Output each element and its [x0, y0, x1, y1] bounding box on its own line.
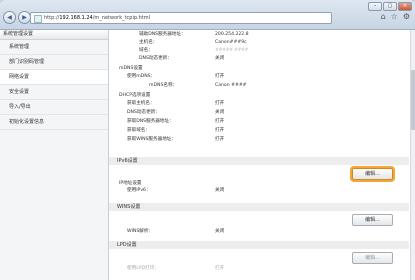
- url-path: /m_network_tcpip.html: [92, 15, 151, 21]
- vertical-scrollbar[interactable]: [410, 30, 415, 280]
- setting-key: 获取域名：: [127, 128, 150, 133]
- setting-value: 关闭: [215, 56, 225, 61]
- star-icon[interactable]: ☆: [391, 12, 398, 22]
- url-prefix: http://: [44, 15, 60, 21]
- sidebar-item-network[interactable]: 网络设置: [0, 70, 108, 85]
- setting-key: 获取WINS服务器地址：: [127, 137, 177, 142]
- minimize-icon[interactable]: –: [368, 2, 382, 11]
- setting-value: 打开: [215, 101, 225, 106]
- sidebar-item-system-management[interactable]: 系统管理: [0, 40, 108, 55]
- setting-key: 使用IPv6：: [127, 188, 151, 193]
- section-header-wins: WINS设置: [109, 203, 409, 211]
- setting-value: Canon ####: [215, 83, 247, 88]
- lpd-edit-button[interactable]: 编辑...: [352, 252, 393, 264]
- setting-value: Canon###9c: [215, 40, 247, 45]
- mdns-title: mDNS设置: [119, 66, 143, 71]
- setting-key: DNS动态更新：: [127, 110, 160, 115]
- setting-value: 打开: [215, 266, 225, 271]
- browser-tools: ⌂ ☆ ⚙: [381, 12, 410, 22]
- setting-key: 使用LPD打印：: [127, 266, 159, 271]
- address-bar[interactable]: http://192.168.1.24/m_network_tcpip.html: [30, 12, 332, 24]
- url-text: http://192.168.1.24/m_network_tcpip.html: [44, 14, 150, 22]
- dhcp-title: DHCP选项设置: [119, 93, 151, 98]
- gear-icon[interactable]: ⚙: [403, 12, 410, 22]
- sidebar-item-security[interactable]: 安全设置: [0, 85, 108, 100]
- setting-key: 获取主机名：: [127, 101, 155, 106]
- setting-value: 关闭: [215, 188, 225, 193]
- back-icon[interactable]: ◀: [3, 11, 16, 24]
- sidebar: 系统管理设置 系统管理 部门识别码管理 网络设置 安全设置 导入/导出 初始化设…: [0, 30, 109, 280]
- setting-value: 打开: [215, 128, 225, 133]
- url-host: 192.168.1.24: [59, 15, 93, 21]
- setting-key: DNS动态更新：: [139, 56, 172, 61]
- setting-key: 使用mDNS：: [127, 74, 156, 79]
- setting-key: WINS解析：: [127, 229, 154, 234]
- ipv6-edit-button[interactable]: 编辑...: [352, 168, 393, 180]
- section-header-lpd: LPD设置: [109, 241, 409, 249]
- ipaddr-title: IP地址设置: [119, 181, 142, 186]
- sidebar-header: 系统管理设置: [0, 30, 108, 40]
- setting-value: 打开: [215, 137, 225, 142]
- setting-value: 关闭: [215, 110, 225, 115]
- setting-value: 关闭: [215, 229, 225, 234]
- setting-key: 域名：: [139, 48, 153, 53]
- close-icon[interactable]: ✕: [398, 2, 412, 11]
- scrollbar-thumb[interactable]: [411, 70, 415, 130]
- setting-key: 获取DNS服务器地址：: [127, 119, 174, 124]
- setting-value: #####.####: [215, 48, 249, 53]
- setting-value: 打开: [215, 119, 225, 124]
- nav-buttons: ◀ ▶: [3, 11, 31, 24]
- wins-edit-button[interactable]: 编辑...: [352, 214, 393, 226]
- setting-key: 辅助DNS服务器地址：: [139, 32, 186, 37]
- maximize-icon[interactable]: ▢: [383, 2, 397, 11]
- sidebar-item-import-export[interactable]: 导入/导出: [0, 100, 108, 115]
- page-icon: [34, 15, 42, 23]
- home-icon[interactable]: ⌂: [381, 12, 386, 22]
- setting-value: 打开: [215, 74, 225, 79]
- setting-key: 主机名：: [139, 40, 158, 45]
- sidebar-item-initialize[interactable]: 初始化设置信息: [0, 115, 108, 130]
- setting-key: mDNS名称：: [149, 83, 178, 88]
- browser-chrome: – ▢ ✕ ◀ ▶ http://192.168.1.24/m_network_…: [0, 0, 415, 30]
- browser-window: – ▢ ✕ ◀ ▶ http://192.168.1.24/m_network_…: [0, 0, 415, 280]
- section-header-ipv6: IPv6设置: [109, 157, 409, 165]
- setting-value: 200.254.222.8: [215, 32, 249, 37]
- window-controls: – ▢ ✕: [368, 2, 412, 11]
- main-content: 辅助DNS服务器地址： 200.254.222.8 主机名： Canon###9…: [109, 30, 411, 280]
- sidebar-item-department-id[interactable]: 部门识别码管理: [0, 55, 108, 70]
